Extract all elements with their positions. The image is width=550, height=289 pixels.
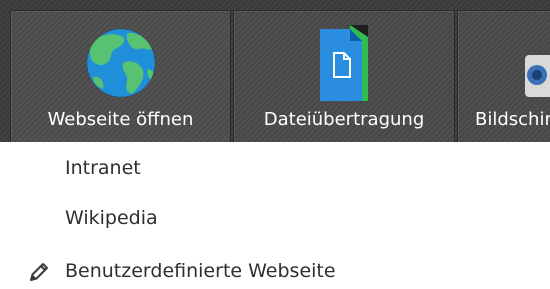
website-dropdown-menu: Intranet Wikipedia Benutzerdefinierte We…: [10, 142, 550, 289]
app-window: Webseite öffnen Dateiübertragung Bildsch…: [0, 0, 550, 289]
menu-item-label: Benutzerdefinierte Webseite: [65, 260, 336, 282]
globe-icon: [86, 28, 155, 98]
screen-label: Bildschirm: [475, 109, 550, 130]
file-transfer-label: Dateiübertragung: [263, 109, 425, 130]
screen-icon: [525, 55, 550, 97]
pencil-icon: [30, 263, 48, 281]
file-transfer-icon: [320, 25, 368, 101]
screen-button[interactable]: Bildschirm: [457, 10, 550, 142]
file-transfer-button[interactable]: Dateiübertragung: [233, 10, 455, 142]
menu-item-custom-website[interactable]: Benutzerdefinierte Webseite: [10, 247, 550, 289]
menu-item-label: Wikipedia: [65, 207, 158, 229]
open-website-label: Webseite öffnen: [47, 109, 194, 130]
menu-item-wikipedia[interactable]: Wikipedia: [10, 194, 550, 242]
menu-item-intranet[interactable]: Intranet: [10, 144, 550, 192]
open-website-button[interactable]: Webseite öffnen: [10, 10, 231, 142]
menu-item-label: Intranet: [65, 157, 141, 179]
toolbar: Webseite öffnen Dateiübertragung Bildsch…: [0, 0, 550, 142]
